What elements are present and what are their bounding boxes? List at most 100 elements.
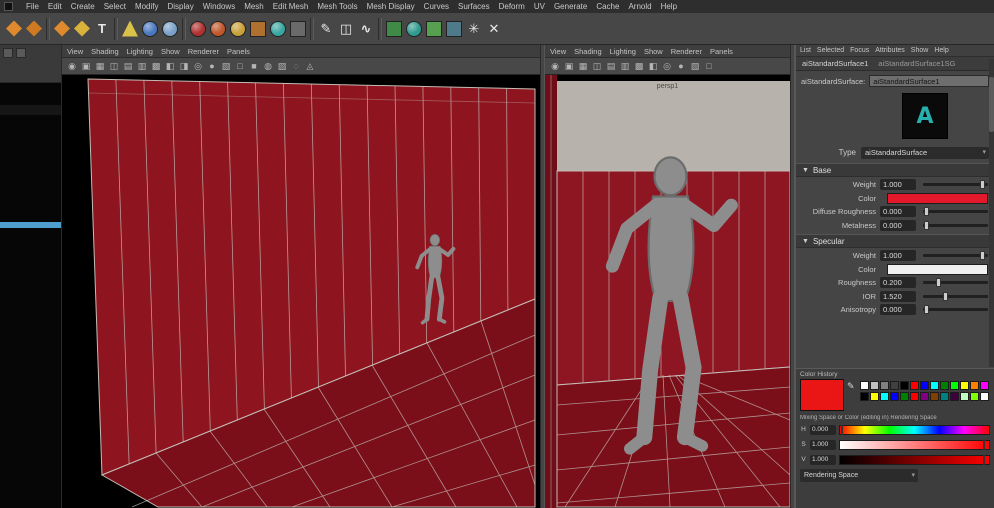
text-tool-icon[interactable]: T: [94, 21, 110, 37]
resolution-gate-icon[interactable]: ▤: [604, 58, 618, 74]
outliner-filter-icon[interactable]: [3, 48, 13, 58]
menubar-item[interactable]: Create: [71, 2, 95, 11]
hue-slider[interactable]: [839, 425, 990, 435]
attr-value-field[interactable]: 0.000: [880, 304, 916, 315]
render-sphere-icon[interactable]: [190, 21, 206, 37]
gate-mask-icon[interactable]: ▥: [618, 58, 632, 74]
viewport-menu-item[interactable]: Lighting: [610, 47, 636, 56]
palette-cell[interactable]: [900, 392, 909, 401]
specular-color-swatch[interactable]: [887, 264, 988, 275]
material-swatch[interactable]: A: [902, 93, 948, 139]
shadows-icon[interactable]: ■: [247, 58, 261, 74]
nurbs-diamond-yellow-icon[interactable]: [74, 21, 90, 37]
palette-cell[interactable]: [890, 381, 899, 390]
green-cube-icon[interactable]: [386, 21, 402, 37]
attr-slider[interactable]: [923, 281, 988, 284]
select-camera-icon[interactable]: ◉: [65, 58, 79, 74]
saturation-slider[interactable]: [839, 440, 990, 450]
palette-cell[interactable]: [930, 392, 939, 401]
menubar-item[interactable]: UV: [534, 2, 545, 11]
palette-cell[interactable]: [970, 381, 979, 390]
palette-cell[interactable]: [940, 392, 949, 401]
saturation-value-field[interactable]: 1.000: [810, 440, 836, 450]
viewport-menu-item[interactable]: View: [550, 47, 566, 56]
cross-tool-icon[interactable]: ✳: [466, 21, 482, 37]
green-plane-icon[interactable]: [426, 21, 442, 37]
outliner-selected-item[interactable]: [0, 222, 61, 228]
graph-tool-icon[interactable]: ∿: [358, 21, 374, 37]
menubar-item[interactable]: File: [26, 2, 39, 11]
film-gate-icon[interactable]: ◫: [590, 58, 604, 74]
ae-menu-item[interactable]: List: [800, 47, 811, 54]
eyedropper-icon[interactable]: ✎: [847, 381, 855, 392]
viewport-menu-item[interactable]: Show: [644, 47, 663, 56]
viewport-menu-item[interactable]: Shading: [91, 47, 119, 56]
menubar-item[interactable]: Generate: [554, 2, 587, 11]
palette-cell[interactable]: [880, 381, 889, 390]
palette-cell[interactable]: [950, 392, 959, 401]
base-color-swatch[interactable]: [887, 193, 988, 204]
textured-icon[interactable]: ▧: [688, 58, 702, 74]
safe-action-icon[interactable]: ◧: [646, 58, 660, 74]
menubar-item[interactable]: Select: [104, 2, 126, 11]
attr-slider[interactable]: [923, 254, 988, 257]
teal-sphere-icon[interactable]: [406, 21, 422, 37]
section-tool-icon[interactable]: ◫: [338, 21, 354, 37]
flask-icon[interactable]: [122, 21, 138, 37]
safe-action-icon[interactable]: ◧: [163, 58, 177, 74]
gate-mask-icon[interactable]: ▥: [135, 58, 149, 74]
attr-slider[interactable]: [923, 295, 988, 298]
outliner-panel[interactable]: [0, 45, 62, 508]
shaded-icon[interactable]: ●: [205, 58, 219, 74]
ae-menu-item[interactable]: Show: [911, 47, 929, 54]
palette-cell[interactable]: [930, 381, 939, 390]
viewport-menu-item[interactable]: Panels: [710, 47, 733, 56]
node-name-field[interactable]: aiStandardSurface1: [869, 75, 989, 87]
attr-slider[interactable]: [923, 224, 988, 227]
paint-sphere-icon[interactable]: [270, 21, 286, 37]
palette-cell[interactable]: [870, 381, 879, 390]
shaded-sphere-icon[interactable]: [210, 21, 226, 37]
palette-cell[interactable]: [880, 392, 889, 401]
xray-icon[interactable]: ◬: [303, 58, 317, 74]
atom-icon[interactable]: [142, 21, 158, 37]
palette-cell[interactable]: [890, 392, 899, 401]
outliner-item[interactable]: [0, 105, 61, 115]
lock-camera-icon[interactable]: ▣: [562, 58, 576, 74]
menubar-item[interactable]: Arnold: [628, 2, 651, 11]
menubar-item[interactable]: Modify: [135, 2, 159, 11]
ae-tab[interactable]: aiStandardSurface1: [802, 59, 868, 68]
menubar-item[interactable]: Display: [168, 2, 194, 11]
grid-toggle-icon[interactable]: ▦: [93, 58, 107, 74]
perspective-canvas[interactable]: [62, 75, 540, 508]
value-value-field[interactable]: 1.000: [810, 455, 836, 465]
viewport-menu-item[interactable]: View: [67, 47, 83, 56]
palette-cell[interactable]: [920, 392, 929, 401]
palette-cell[interactable]: [860, 392, 869, 401]
palette-cell[interactable]: [960, 392, 969, 401]
texture-cube-icon[interactable]: [250, 21, 266, 37]
attr-slider[interactable]: [923, 183, 988, 186]
attr-value-field[interactable]: 0.200: [880, 277, 916, 288]
menubar-item[interactable]: Mesh Display: [367, 2, 415, 11]
ae-menu-item[interactable]: Help: [934, 47, 948, 54]
color-space-dropdown[interactable]: Rendering Space: [800, 469, 918, 482]
pencil-tool-icon[interactable]: ✎: [318, 21, 334, 37]
attr-value-field[interactable]: 1.520: [880, 291, 916, 302]
viewport-menu-item[interactable]: Renderer: [188, 47, 219, 56]
value-slider[interactable]: [839, 455, 990, 465]
safe-title-icon[interactable]: ◨: [177, 58, 191, 74]
outliner-sort-icon[interactable]: [16, 48, 26, 58]
close-x-icon[interactable]: ✕: [486, 21, 502, 37]
curves-diamond-2-icon[interactable]: [26, 21, 42, 37]
palette-cell[interactable]: [920, 381, 929, 390]
attr-slider[interactable]: [923, 308, 988, 311]
viewport-menu-item[interactable]: Lighting: [127, 47, 153, 56]
ae-menu-item[interactable]: Attributes: [875, 47, 905, 54]
section-header-base[interactable]: ▼ Base: [796, 163, 994, 177]
molecule-icon[interactable]: [162, 21, 178, 37]
scrollbar-thumb[interactable]: [989, 77, 994, 132]
ao-icon[interactable]: ◍: [261, 58, 275, 74]
select-camera-icon[interactable]: ◉: [548, 58, 562, 74]
camera-canvas[interactable]: persp1: [545, 75, 790, 508]
